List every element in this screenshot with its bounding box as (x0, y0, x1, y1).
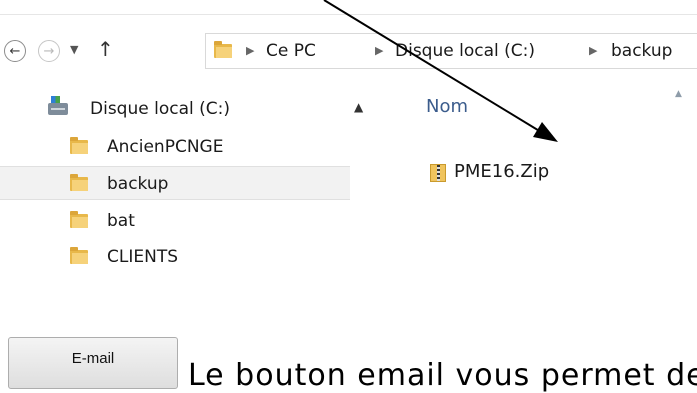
chevron-right-icon: ▶ (246, 44, 255, 57)
arrow-left-icon: ← (9, 43, 21, 59)
column-header-nom[interactable]: Nom (426, 96, 468, 117)
path-box[interactable]: ▶ Ce PC ▶ Disque local (C:) ▶ backup (205, 33, 697, 69)
back-button[interactable]: ← (4, 40, 26, 62)
tree-item-label: bat (107, 211, 135, 231)
tree-item-clients[interactable]: CLIENTS (0, 240, 350, 274)
sort-ascending-icon: ▲ (675, 89, 682, 99)
email-button[interactable]: E-mail (8, 337, 178, 389)
tree-item-drive[interactable]: Disque local (C:) ▲ (0, 92, 363, 126)
folder-icon (70, 174, 88, 191)
file-item-label: PME16.Zip (454, 161, 550, 182)
scroll-up-icon[interactable]: ▲ (354, 100, 363, 114)
tree-item-label: CLIENTS (107, 247, 178, 267)
folder-icon (70, 137, 88, 154)
breadcrumb-disque-local[interactable]: Disque local (C:) (395, 41, 535, 61)
zip-folder-icon (430, 164, 446, 182)
tree-item-bat[interactable]: bat (0, 204, 350, 238)
tree-item-backup[interactable]: backup (0, 166, 350, 200)
folder-icon (214, 41, 232, 58)
tree-item-label: AncienPCNGE (107, 137, 224, 157)
arrow-right-icon: → (43, 43, 55, 59)
folder-icon (70, 247, 88, 264)
tree-item-label: Disque local (C:) (90, 99, 230, 119)
breadcrumb-ce-pc[interactable]: Ce PC (266, 41, 316, 61)
tree-item-ancienpcnge[interactable]: AncienPCNGE (0, 130, 350, 164)
folder-icon (70, 211, 88, 228)
forward-button[interactable]: → (38, 40, 60, 62)
breadcrumb-backup[interactable]: backup (611, 41, 672, 61)
chevron-right-icon: ▶ (375, 44, 384, 57)
document-text: Le bouton email vous permet de (188, 358, 697, 393)
window-top-strip (0, 0, 697, 15)
address-bar: ← → ▼ ↑ ▶ Ce PC ▶ Disque local (C:) ▶ ba… (0, 30, 697, 74)
navigation-pane: Disque local (C:) ▲ AncienPCNGE backup b… (0, 86, 363, 306)
arrow-up-icon[interactable]: ↑ (97, 37, 114, 61)
drive-icon (48, 96, 68, 115)
chevron-down-icon[interactable]: ▼ (70, 43, 78, 56)
tree-item-label: backup (107, 174, 169, 194)
chevron-right-icon: ▶ (589, 44, 598, 57)
file-list-pane: Nom ▲ PME16.Zip (400, 86, 697, 306)
